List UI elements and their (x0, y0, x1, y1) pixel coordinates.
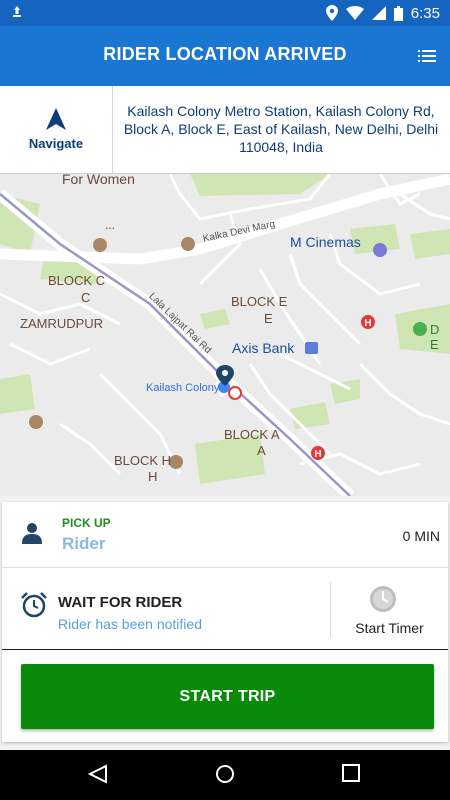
battery-icon (393, 5, 403, 21)
wait-subtitle: Rider has been notified (58, 616, 202, 632)
destination-row: Navigate Kailash Colony Metro Station, K… (0, 86, 450, 174)
navigate-label: Navigate (28, 136, 84, 151)
start-timer-label: Start Timer (355, 620, 424, 636)
back-icon[interactable] (88, 764, 108, 784)
svg-text:H: H (364, 318, 371, 329)
map-label-dots: ... (105, 218, 116, 232)
signal-icon (371, 6, 386, 20)
home-icon[interactable] (215, 764, 235, 784)
map-label-zamrudpur: ZAMRUDPUR (20, 316, 104, 331)
status-time: 6:35 (410, 4, 440, 22)
navigate-button[interactable]: Navigate (0, 86, 113, 174)
pickup-row: PICK UP Rider 0 MIN (2, 502, 448, 568)
map-label-block-a-letter: A (257, 443, 266, 458)
map-label-block-a: BLOCK A (224, 427, 280, 442)
location-icon (325, 5, 338, 21)
status-bar: 6:35 (0, 0, 450, 26)
list-menu-icon[interactable] (418, 48, 436, 64)
map-label-block-e: BLOCK E (231, 294, 288, 309)
wait-row: WAIT FOR RIDER Rider has been notified S… (2, 568, 448, 650)
notification-icon (13, 6, 21, 17)
eta-value: 0 MIN (402, 528, 440, 544)
person-icon (22, 523, 42, 544)
wifi-icon (345, 6, 364, 20)
trip-panel: PICK UP Rider 0 MIN WAIT FOR RIDER Rider… (0, 496, 450, 750)
recents-icon[interactable] (342, 764, 360, 782)
rider-name: Rider (62, 534, 106, 553)
timer-clock-icon (370, 586, 396, 612)
map-label-block-e-letter: E (264, 311, 273, 326)
map-view[interactable]: H H For Women ... Kalka Devi Marg M Cine… (0, 174, 450, 496)
map-label-axis-bank: Axis Bank (232, 340, 295, 356)
app-bar: RIDER LOCATION ARRIVED (0, 26, 450, 86)
alarm-clock-icon (21, 592, 47, 618)
map-label-block-h: BLOCK H (114, 453, 172, 468)
pickup-address: Kailash Colony Metro Station, Kailash Co… (123, 103, 439, 155)
start-trip-button[interactable]: START TRIP (21, 664, 434, 729)
map-label-for-women: For Women (62, 174, 135, 187)
trip-card: PICK UP Rider 0 MIN WAIT FOR RIDER Rider… (2, 502, 448, 742)
start-timer-button[interactable]: Start Timer (330, 582, 448, 638)
map-label-m-cinemas: M Cinemas (290, 234, 361, 250)
map-label-kailash-colony: Kailash Colony (146, 382, 220, 394)
map-label-block-c-letter: C (81, 290, 91, 305)
navigation-arrow-icon (46, 108, 66, 130)
map-label-block-c: BLOCK C (48, 273, 106, 288)
pickup-label: PICK UP (62, 516, 111, 530)
svg-text:H: H (314, 449, 321, 460)
page-title: RIDER LOCATION ARRIVED (103, 44, 347, 64)
wait-title: WAIT FOR RIDER (58, 594, 183, 611)
map-label-d-e: D E (430, 322, 440, 352)
map-label-block-h-letter: H (148, 469, 158, 484)
system-nav-bar (0, 750, 450, 800)
